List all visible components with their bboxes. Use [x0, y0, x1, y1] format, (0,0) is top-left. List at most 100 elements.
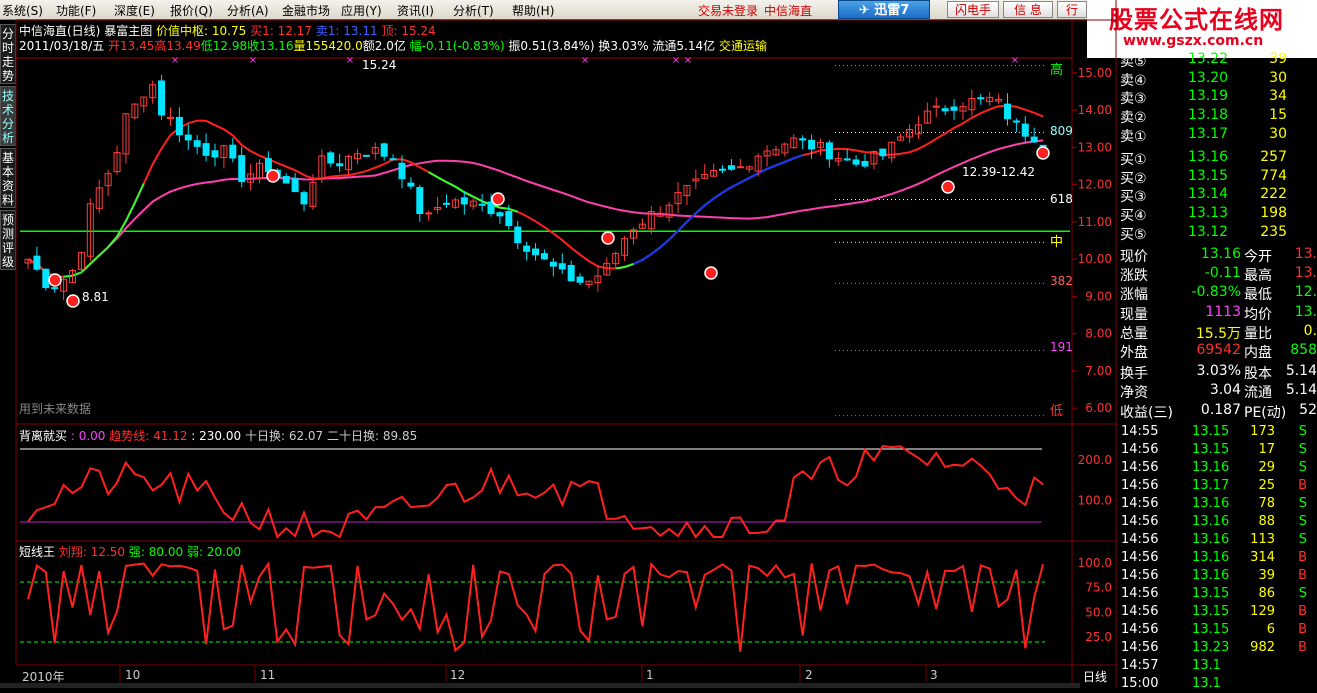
ask-volume: 39: [1269, 51, 1287, 67]
candle-body: [941, 108, 949, 112]
stat-row[interactable]: 净资 3.04 流通 5.14: [1118, 381, 1317, 402]
ask-row[interactable]: 卖⑤ 13.22 39: [1118, 50, 1317, 70]
candle-body: [950, 106, 958, 111]
bid-row[interactable]: 买③ 13.14 222: [1118, 185, 1317, 205]
stat-row[interactable]: 现价 13.16 今开 13.: [1118, 245, 1317, 265]
sub-chart-2: 100.0 75.0 50.0 25.0: [20, 556, 1112, 653]
tick-time: 14:56: [1121, 514, 1159, 529]
ask-price: 13.20: [1188, 69, 1229, 86]
candle-body: [238, 155, 246, 183]
ask-row[interactable]: 卖④ 13.20 30: [1118, 69, 1317, 89]
stat-row[interactable]: 涨幅 -0.83% 最低 12.: [1118, 283, 1317, 304]
candle-body: [229, 144, 237, 159]
stat-value-2: 13.: [1294, 303, 1317, 320]
bid-volume: 257: [1260, 149, 1287, 165]
candle-body: [300, 192, 308, 205]
sub1-y-label: 200.0: [1078, 453, 1112, 467]
bottom-indicator-tabs[interactable]: [0, 683, 1080, 688]
tick-row[interactable]: 14:56 13.15 86 S: [1118, 585, 1317, 603]
sub1-y-label: 100.0: [1078, 494, 1112, 508]
stat-row[interactable]: 收益(三) 0.187 PE(动) 52: [1118, 401, 1317, 421]
stat-label-2: 均价: [1244, 306, 1272, 323]
stat-label: 现量: [1120, 306, 1148, 323]
tick-side: B: [1298, 478, 1307, 493]
stat-value-2: 52: [1299, 401, 1317, 418]
tick-row[interactable]: 14:56 13.15 129 B: [1118, 603, 1317, 621]
ask-row[interactable]: 卖③ 13.19 34: [1118, 87, 1317, 107]
tick-row[interactable]: 14:56 13.16 78 S: [1118, 495, 1317, 513]
tick-row[interactable]: 14:56 13.16 39 B: [1118, 567, 1317, 585]
bid-volume: 235: [1260, 223, 1287, 240]
tick-row[interactable]: 14:56 13.16 314 B: [1118, 549, 1317, 567]
candle-body: [460, 197, 468, 205]
tick-side: B: [1298, 604, 1307, 619]
tick-row[interactable]: 14:56 13.23 982 B: [1118, 639, 1317, 657]
tick-side: S: [1298, 496, 1307, 511]
tick-row[interactable]: 14:56 13.15 17 S: [1118, 441, 1317, 459]
tick-row[interactable]: 14:56 13.15 6 B: [1118, 621, 1317, 639]
tick-volume: 129: [1250, 604, 1275, 619]
candle-body: [282, 176, 290, 184]
candle-body: [1039, 144, 1047, 147]
bid-row[interactable]: 买④ 13.13 198: [1118, 204, 1317, 224]
stat-row[interactable]: 现量 1113 均价 13.: [1118, 303, 1317, 323]
watermark-url: www.gszx.com.cn: [1123, 33, 1264, 49]
sub2-weak: 弱: 20.00: [186, 545, 242, 559]
tick-time: 14:56: [1121, 496, 1159, 511]
sub1-ten-day: 十日换: 62.07: [244, 429, 324, 443]
tick-side: B: [1298, 622, 1307, 637]
stat-label-2: 最高: [1244, 268, 1272, 285]
top-x-marker: ×: [672, 55, 680, 66]
tick-row[interactable]: 14:56 13.16 113 S: [1118, 531, 1317, 549]
stat-value-2: 858: [1290, 342, 1317, 358]
ma-blue-segment: [633, 154, 804, 265]
sub2-liu-line: [27, 560, 1045, 653]
ask-row[interactable]: 卖① 13.17 30: [1118, 125, 1317, 145]
sub1-name[interactable]: 背离就买: [19, 429, 67, 443]
stat-label: 外盘: [1120, 345, 1148, 361]
chart-frames: [15, 0, 1117, 688]
candle-body: [523, 245, 531, 252]
tick-row[interactable]: 14:56 13.16 29 S: [1118, 459, 1317, 477]
fib-191-label: 191: [1050, 340, 1073, 354]
stat-row[interactable]: 换手 3.03% 股本 5.14: [1118, 362, 1317, 383]
sub2-name[interactable]: 短线王: [19, 545, 55, 559]
stat-row[interactable]: 外盘 69542 内盘 858: [1118, 341, 1317, 361]
tick-side: S: [1298, 460, 1307, 475]
trough-price-label: 8.81: [82, 290, 109, 304]
kline-chart-area[interactable]: 15.00 14.00 13.00 12.00 11.00 10.00 9.00 8.00 7.…: [0, 0, 1118, 688]
stat-label: 净资: [1120, 385, 1148, 402]
stat-value: 0.187: [1200, 401, 1241, 418]
tick-time: 14:56: [1121, 640, 1159, 655]
stat-row[interactable]: 涨跌 -0.11 最高 13.: [1118, 264, 1317, 285]
tick-volume: 173: [1250, 424, 1275, 439]
tick-row[interactable]: 14:56 13.17 25 B: [1118, 477, 1317, 495]
stat-value: -0.11: [1204, 265, 1241, 282]
tick-price: 13.15: [1192, 622, 1230, 637]
stat-value-2: 5.14: [1285, 363, 1317, 380]
bid-row[interactable]: 买① 13.16 257: [1118, 148, 1317, 168]
stat-label: 涨幅: [1120, 287, 1148, 304]
tick-row[interactable]: 14:56 13.16 88 S: [1118, 513, 1317, 531]
ask-price: 13.18: [1188, 107, 1229, 124]
tick-row[interactable]: 14:57 13.1: [1118, 657, 1317, 675]
sub2-y-label: 50.0: [1085, 605, 1112, 619]
bid-row[interactable]: 买② 13.15 774: [1118, 167, 1317, 187]
tick-side: S: [1298, 532, 1307, 547]
bid-price: 13.15: [1188, 167, 1229, 184]
tick-side: S: [1298, 514, 1307, 529]
stat-value: 3.04: [1209, 382, 1241, 399]
bid-row[interactable]: 买⑤ 13.12 235: [1118, 223, 1317, 243]
fib-382-label: 382: [1050, 274, 1073, 288]
stat-row[interactable]: 总量 15.5万 量比 0.: [1118, 322, 1317, 342]
x-label-oct: 10: [125, 668, 141, 682]
stat-label-2: 内盘: [1244, 345, 1272, 361]
stat-label: 现价: [1120, 249, 1148, 265]
tick-price: 13.15: [1192, 604, 1230, 619]
sub-chart-1: 200.0 100.0: [20, 445, 1112, 539]
ask-row[interactable]: 卖② 13.18 15: [1118, 106, 1317, 126]
tick-row[interactable]: 14:55 13.15 173 S: [1118, 423, 1317, 441]
stat-label-2: 股本: [1244, 366, 1272, 383]
tick-row[interactable]: 15:00 13.1: [1118, 675, 1317, 693]
period-label[interactable]: 日线: [1083, 668, 1107, 685]
